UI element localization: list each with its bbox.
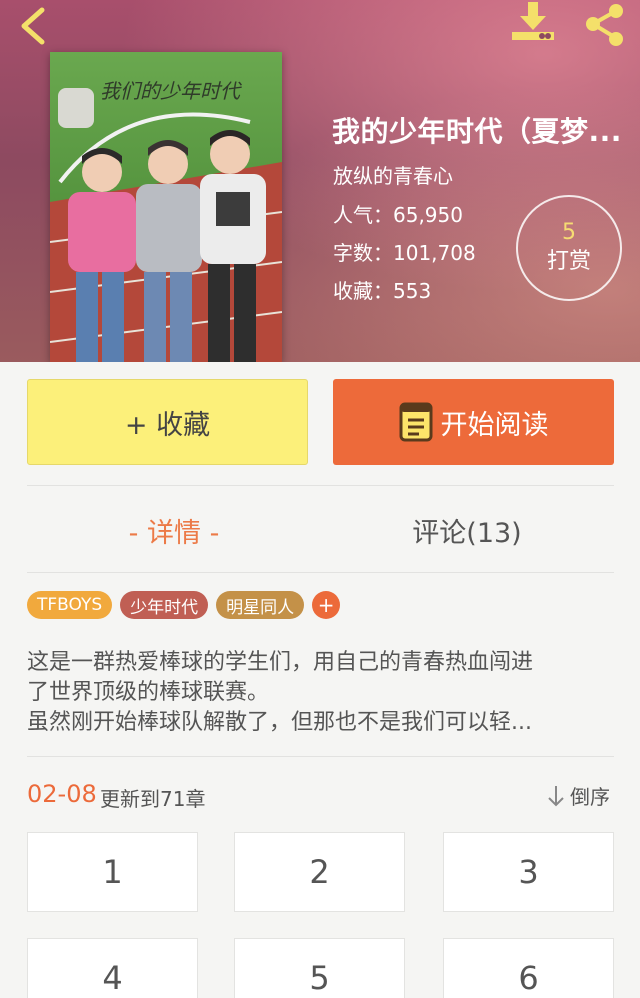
chapter-item[interactable]: 1	[27, 832, 198, 912]
favorites-stat: 收藏：553	[333, 279, 432, 303]
tag-mingxing-tongren[interactable]: 明星同人	[216, 591, 305, 619]
download-icon[interactable]	[508, 0, 558, 48]
divider	[27, 572, 614, 573]
start-reading-button[interactable]: 开始阅读	[333, 379, 614, 465]
book-cover-image[interactable]: 我们的少年时代	[50, 52, 282, 362]
book-title: 我的少年时代（夏梦...	[332, 115, 622, 148]
word-count-stat: 字数：101,708	[333, 241, 476, 265]
back-arrow-icon[interactable]	[14, 4, 54, 48]
tag-list: TFBOYS 少年时代 明星同人 +	[27, 591, 341, 619]
reward-button[interactable]: 5 打赏	[516, 195, 622, 301]
book-header: 我们的少年时代 我的少年时代（夏梦... 放纵的青春心 人气：65,950 字数…	[0, 0, 640, 362]
book-author[interactable]: 放纵的青春心	[333, 160, 453, 189]
tag-shaonian-shidai[interactable]: 少年时代	[120, 591, 209, 619]
start-reading-label: 开始阅读	[440, 409, 549, 441]
add-tag-button[interactable]: +	[312, 591, 341, 619]
cover-title: 我们的少年时代	[100, 79, 242, 103]
chapter-item[interactable]: 4	[27, 938, 198, 998]
chapter-item[interactable]: 5	[234, 938, 405, 998]
book-description[interactable]: 这是一群热爱棒球的学生们，用自己的青春热血闯进 了世界顶级的棒球联赛。 虽然刚开…	[27, 648, 617, 738]
divider	[27, 756, 614, 757]
sort-button[interactable]: 倒序	[546, 781, 610, 810]
reward-count: 5	[562, 220, 576, 245]
tag-tfboys[interactable]: TFBOYS	[27, 591, 113, 619]
share-icon[interactable]	[580, 2, 630, 48]
chapter-item[interactable]: 3	[443, 832, 614, 912]
update-text: 更新到71章	[100, 787, 206, 811]
book-icon	[399, 402, 432, 442]
tab-details[interactable]: - 详情 -	[27, 508, 321, 552]
sort-down-icon	[548, 785, 564, 806]
popularity-stat: 人气：65,950	[333, 203, 463, 227]
reward-label: 打赏	[546, 249, 591, 274]
divider	[27, 485, 614, 486]
description-line: 了世界顶级的棒球联赛。	[27, 680, 270, 705]
description-line: 这是一群热爱棒球的学生们，用自己的青春热血闯进	[27, 650, 534, 675]
add-favorite-button[interactable]: + 收藏	[27, 379, 308, 465]
update-date: 02-08	[27, 780, 97, 808]
add-favorite-label: + 收藏	[124, 409, 211, 441]
tab-comments[interactable]: 评论(13)	[320, 508, 614, 552]
sort-label: 倒序	[570, 785, 610, 809]
chapter-item[interactable]: 6	[443, 938, 614, 998]
chapter-item[interactable]: 2	[234, 832, 405, 912]
description-line: 虽然刚开始棒球队解散了，但那也不是我们可以轻...	[27, 710, 532, 735]
